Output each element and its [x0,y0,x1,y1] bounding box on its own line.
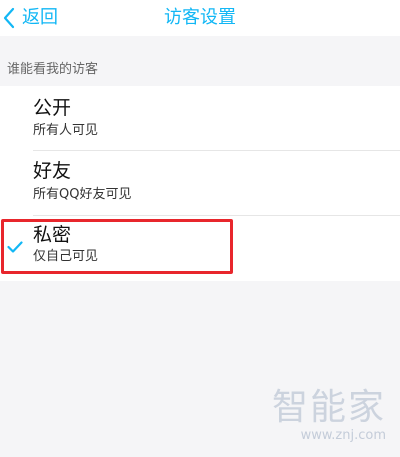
option-subtitle: 所有人可见 [33,123,99,138]
option-subtitle: 所有QQ好友可见 [33,187,132,202]
back-label: 返回 [22,7,58,28]
checkmark-icon [7,238,23,257]
page-title: 访客设置 [164,7,236,28]
option-public[interactable]: 公开 所有人可见 [0,86,400,151]
visibility-options-list: 公开 所有人可见 好友 所有QQ好友可见 私密 仅自己可见 [0,86,400,281]
watermark: 智能家 www.znj.com [272,388,386,444]
option-subtitle: 仅自己可见 [33,249,99,264]
section-header: 谁能看我的访客 [7,62,99,77]
option-private[interactable]: 私密 仅自己可见 [0,216,400,281]
nav-bar: 返回 访客设置 [0,0,400,36]
watermark-url: www.znj.com [300,428,386,443]
visitor-settings-screen: 返回 访客设置 谁能看我的访客 公开 所有人可见 好友 所有QQ好友可见 私密 … [0,0,400,457]
option-title: 私密 [33,224,72,246]
back-button[interactable]: 返回 [0,0,58,36]
option-title: 公开 [33,97,72,119]
chevron-left-icon [2,7,16,29]
option-title: 好友 [33,160,72,182]
option-friends[interactable]: 好友 所有QQ好友可见 [0,151,400,216]
watermark-logo: 智能家 [271,387,386,428]
